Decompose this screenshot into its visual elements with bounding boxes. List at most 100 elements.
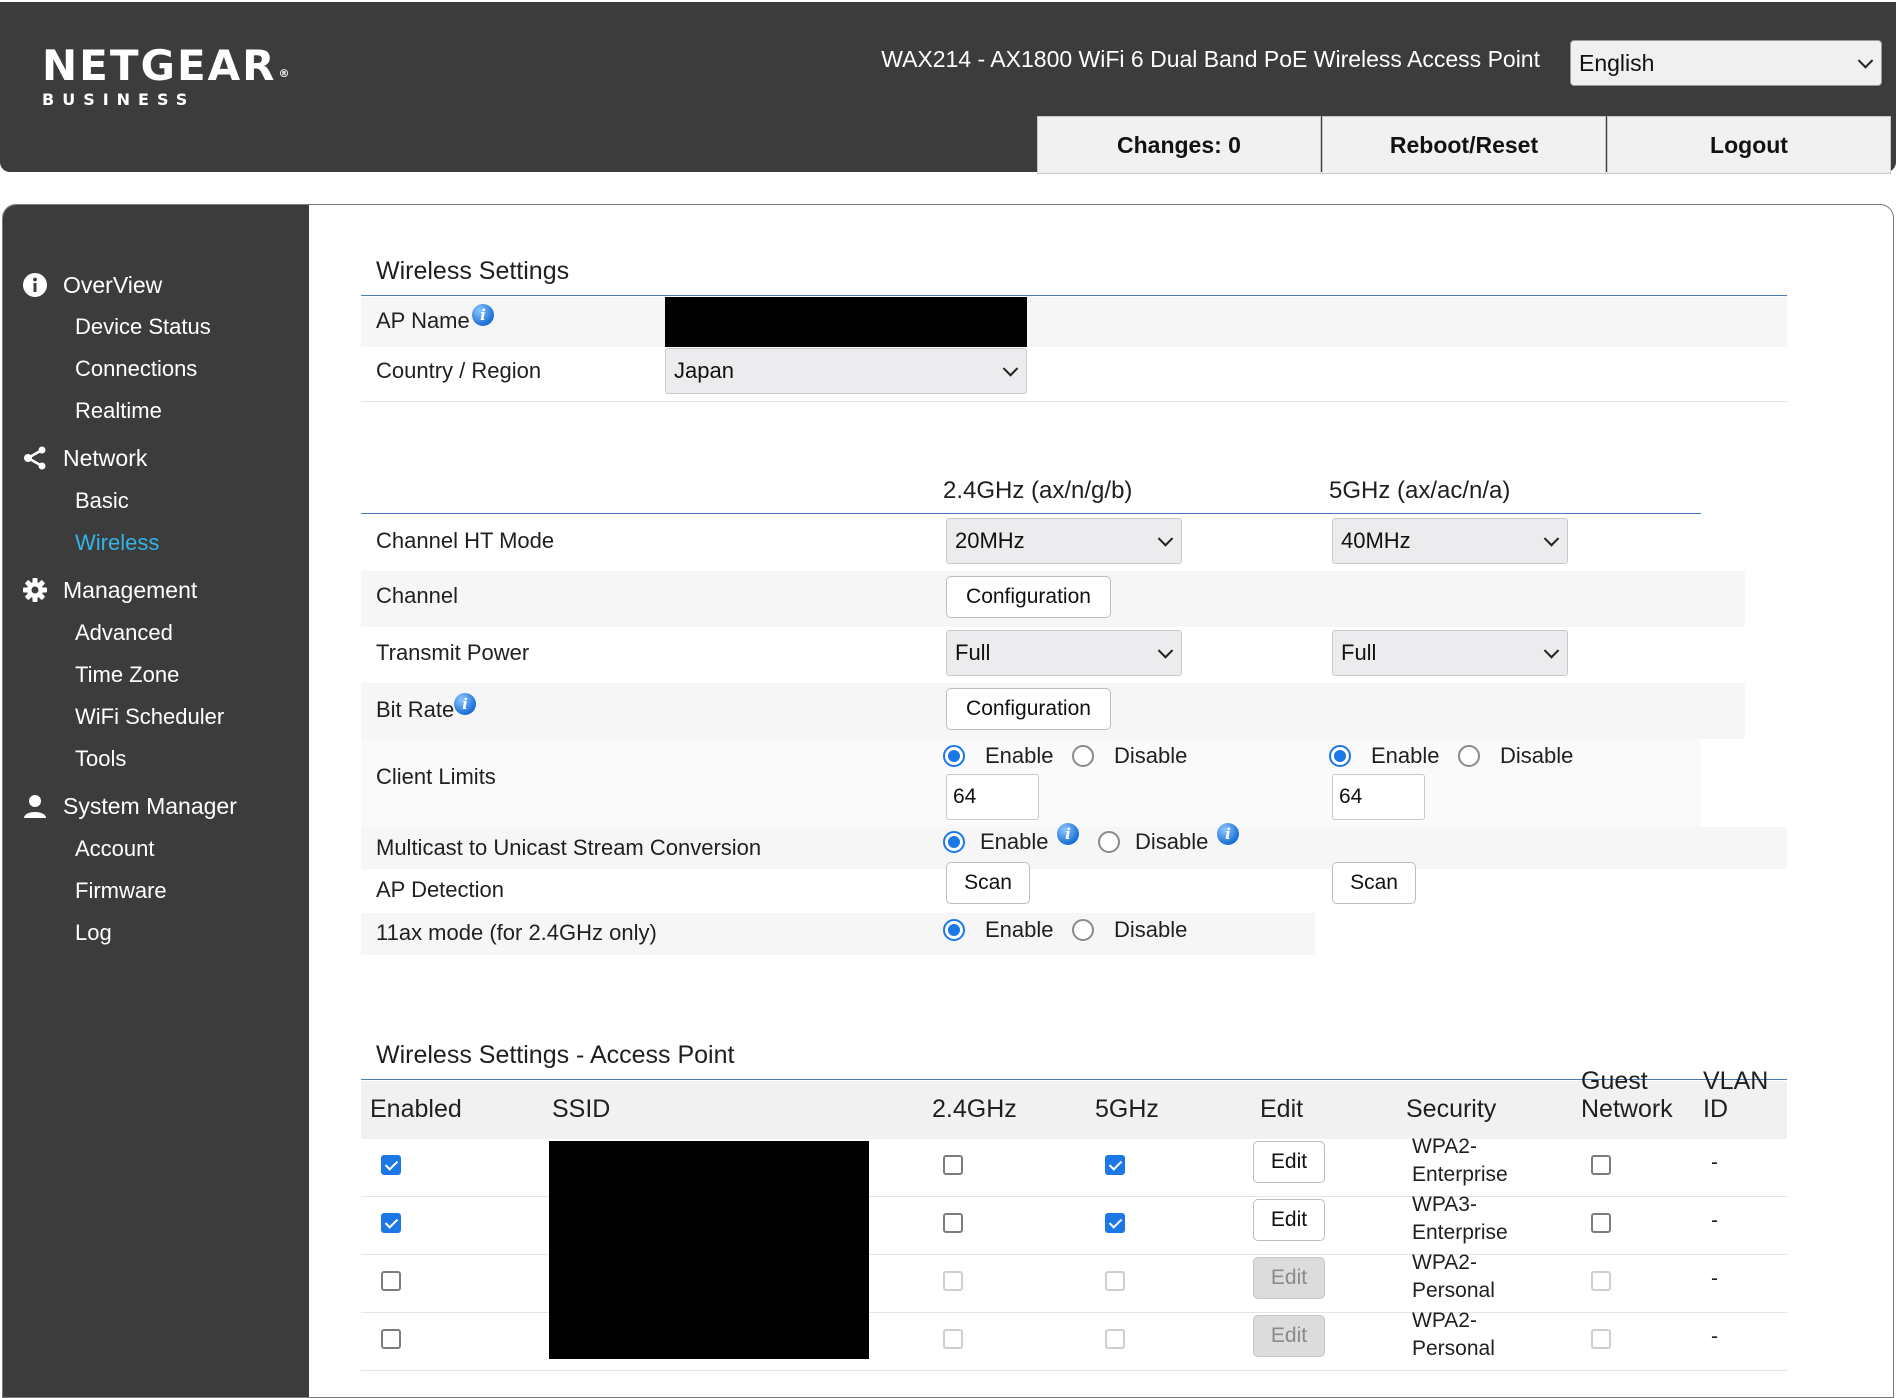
row4-vlan: - — [1711, 1325, 1718, 1348]
scan-24-button[interactable]: Scan — [946, 862, 1030, 904]
sidebar-item-wifi-scheduler[interactable]: WiFi Scheduler — [75, 702, 224, 732]
ax-mode-disable-radio[interactable] — [1072, 919, 1094, 941]
ap-name-field-redacted[interactable] — [665, 297, 1027, 347]
chevron-down-icon — [1157, 531, 1174, 547]
client-limit-24-input[interactable]: 64 — [946, 774, 1039, 820]
language-select[interactable]: English — [1570, 40, 1882, 86]
chevron-down-icon — [1002, 361, 1019, 377]
col-ssid: SSID — [552, 1095, 611, 1123]
logout-button[interactable]: Logout — [1607, 116, 1891, 174]
row3-vlan: - — [1711, 1267, 1718, 1290]
transmit-power-24-select[interactable]: Full — [946, 630, 1182, 676]
gear-icon — [21, 576, 49, 604]
bit-rate-info-icon[interactable]: i — [454, 693, 476, 715]
band-24-header: 2.4GHz (ax/n/g/b) — [943, 477, 1133, 504]
sidebar-item-wireless[interactable]: Wireless — [75, 528, 159, 558]
client-limits-5-enable-radio[interactable] — [1329, 745, 1351, 767]
chevron-down-icon — [1543, 531, 1560, 547]
row2-enabled-checkbox[interactable] — [381, 1213, 401, 1233]
channel-ht-5-select[interactable]: 40MHz — [1332, 518, 1568, 564]
col-guest-network-1: Guest — [1581, 1067, 1648, 1095]
ap-name-info-icon[interactable]: i — [472, 304, 494, 326]
country-select[interactable]: Japan — [665, 348, 1027, 394]
client-limits-24-enable-label: Enable — [985, 743, 1054, 768]
row1-24ghz-checkbox[interactable] — [943, 1155, 963, 1175]
channel-configuration-button[interactable]: Configuration — [946, 576, 1111, 618]
multicast-disable-radio[interactable] — [1098, 831, 1120, 853]
row1-guest-checkbox[interactable] — [1591, 1155, 1611, 1175]
bit-rate-configuration-button[interactable]: Configuration — [946, 688, 1111, 730]
client-limit-5-input[interactable]: 64 — [1332, 774, 1425, 820]
client-limits-24-enable-radio[interactable] — [943, 745, 965, 767]
col-vlan-id-2: ID — [1703, 1095, 1728, 1123]
access-point-divider — [361, 1079, 1787, 1080]
row1-edit-button[interactable]: Edit — [1253, 1141, 1325, 1183]
multicast-disable-label: Disable — [1135, 829, 1209, 854]
row1-security-1: WPA2- — [1412, 1135, 1477, 1158]
multicast-enable-radio[interactable] — [943, 831, 965, 853]
sidebar-item-time-zone[interactable]: Time Zone — [75, 660, 179, 690]
sidebar-item-account[interactable]: Account — [75, 834, 155, 864]
row4-5ghz-checkbox — [1105, 1329, 1125, 1349]
sidebar-item-device-status[interactable]: Device Status — [75, 312, 211, 342]
changes-button[interactable]: Changes: 0 — [1037, 116, 1321, 174]
channel-label: Channel — [376, 583, 458, 608]
row2-5ghz-checkbox[interactable] — [1105, 1213, 1125, 1233]
section-divider — [361, 295, 1787, 296]
row2-security-2: Enterprise — [1412, 1221, 1508, 1244]
row4-enabled-checkbox[interactable] — [381, 1329, 401, 1349]
col-guest-network-2: Network — [1581, 1095, 1673, 1123]
col-24ghz: 2.4GHz — [932, 1095, 1017, 1123]
row2-security-1: WPA3- — [1412, 1193, 1477, 1216]
row2-guest-checkbox[interactable] — [1591, 1213, 1611, 1233]
channel-ht-24-select[interactable]: 20MHz — [946, 518, 1182, 564]
col-vlan-id-1: VLAN — [1703, 1067, 1769, 1095]
sidebar-item-realtime[interactable]: Realtime — [75, 396, 162, 426]
sidebar-item-tools[interactable]: Tools — [75, 744, 126, 774]
multicast-enable-info-icon[interactable]: i — [1057, 823, 1079, 845]
client-limits-5-disable-radio[interactable] — [1458, 745, 1480, 767]
nav-management[interactable]: Management — [21, 573, 197, 607]
client-limits-label: Client Limits — [376, 764, 496, 789]
row4-edit-button: Edit — [1253, 1315, 1325, 1357]
row3-enabled-checkbox[interactable] — [381, 1271, 401, 1291]
scan-5-button[interactable]: Scan — [1332, 862, 1416, 904]
nav-overview[interactable]: OverView — [21, 268, 162, 302]
radio-divider — [361, 513, 1701, 514]
ap-detection-row — [361, 869, 1701, 913]
sidebar-item-advanced[interactable]: Advanced — [75, 618, 173, 648]
sidebar-item-log[interactable]: Log — [75, 918, 112, 948]
ax-mode-label: 11ax mode (for 2.4GHz only) — [376, 920, 657, 945]
row3-guest-checkbox — [1591, 1271, 1611, 1291]
ax-mode-enable-radio[interactable] — [943, 919, 965, 941]
ssid-list-redacted[interactable] — [549, 1141, 869, 1359]
main-frame: OverView Device Status Connections Realt… — [2, 204, 1894, 1398]
info-icon — [21, 271, 49, 299]
sidebar-item-firmware[interactable]: Firmware — [75, 876, 167, 906]
ap-name-label: AP Name — [376, 308, 470, 333]
row4-24ghz-checkbox — [943, 1329, 963, 1349]
row2-24ghz-checkbox[interactable] — [943, 1213, 963, 1233]
reboot-reset-button[interactable]: Reboot/Reset — [1322, 116, 1606, 174]
nav-network[interactable]: Network — [21, 441, 147, 475]
chevron-down-icon — [1543, 643, 1560, 659]
row1-5ghz-checkbox[interactable] — [1105, 1155, 1125, 1175]
user-icon — [21, 792, 49, 820]
row2-vlan: - — [1711, 1209, 1718, 1232]
sidebar: OverView Device Status Connections Realt… — [3, 205, 309, 1397]
row3-edit-button: Edit — [1253, 1257, 1325, 1299]
ax-mode-disable-label: Disable — [1114, 917, 1188, 942]
band-5-header: 5GHz (ax/ac/n/a) — [1329, 477, 1511, 504]
sidebar-item-basic[interactable]: Basic — [75, 486, 129, 516]
transmit-power-5-select[interactable]: Full — [1332, 630, 1568, 676]
nav-system-manager[interactable]: System Manager — [21, 789, 237, 823]
sidebar-item-connections[interactable]: Connections — [75, 354, 197, 384]
client-limits-5-enable-label: Enable — [1371, 743, 1440, 768]
client-limits-24-disable-radio[interactable] — [1072, 745, 1094, 767]
row2-edit-button[interactable]: Edit — [1253, 1199, 1325, 1241]
chevron-down-icon — [1157, 643, 1174, 659]
row1-enabled-checkbox[interactable] — [381, 1155, 401, 1175]
multicast-enable-label: Enable — [980, 829, 1049, 854]
country-row — [361, 348, 1787, 402]
multicast-disable-info-icon[interactable]: i — [1217, 823, 1239, 845]
